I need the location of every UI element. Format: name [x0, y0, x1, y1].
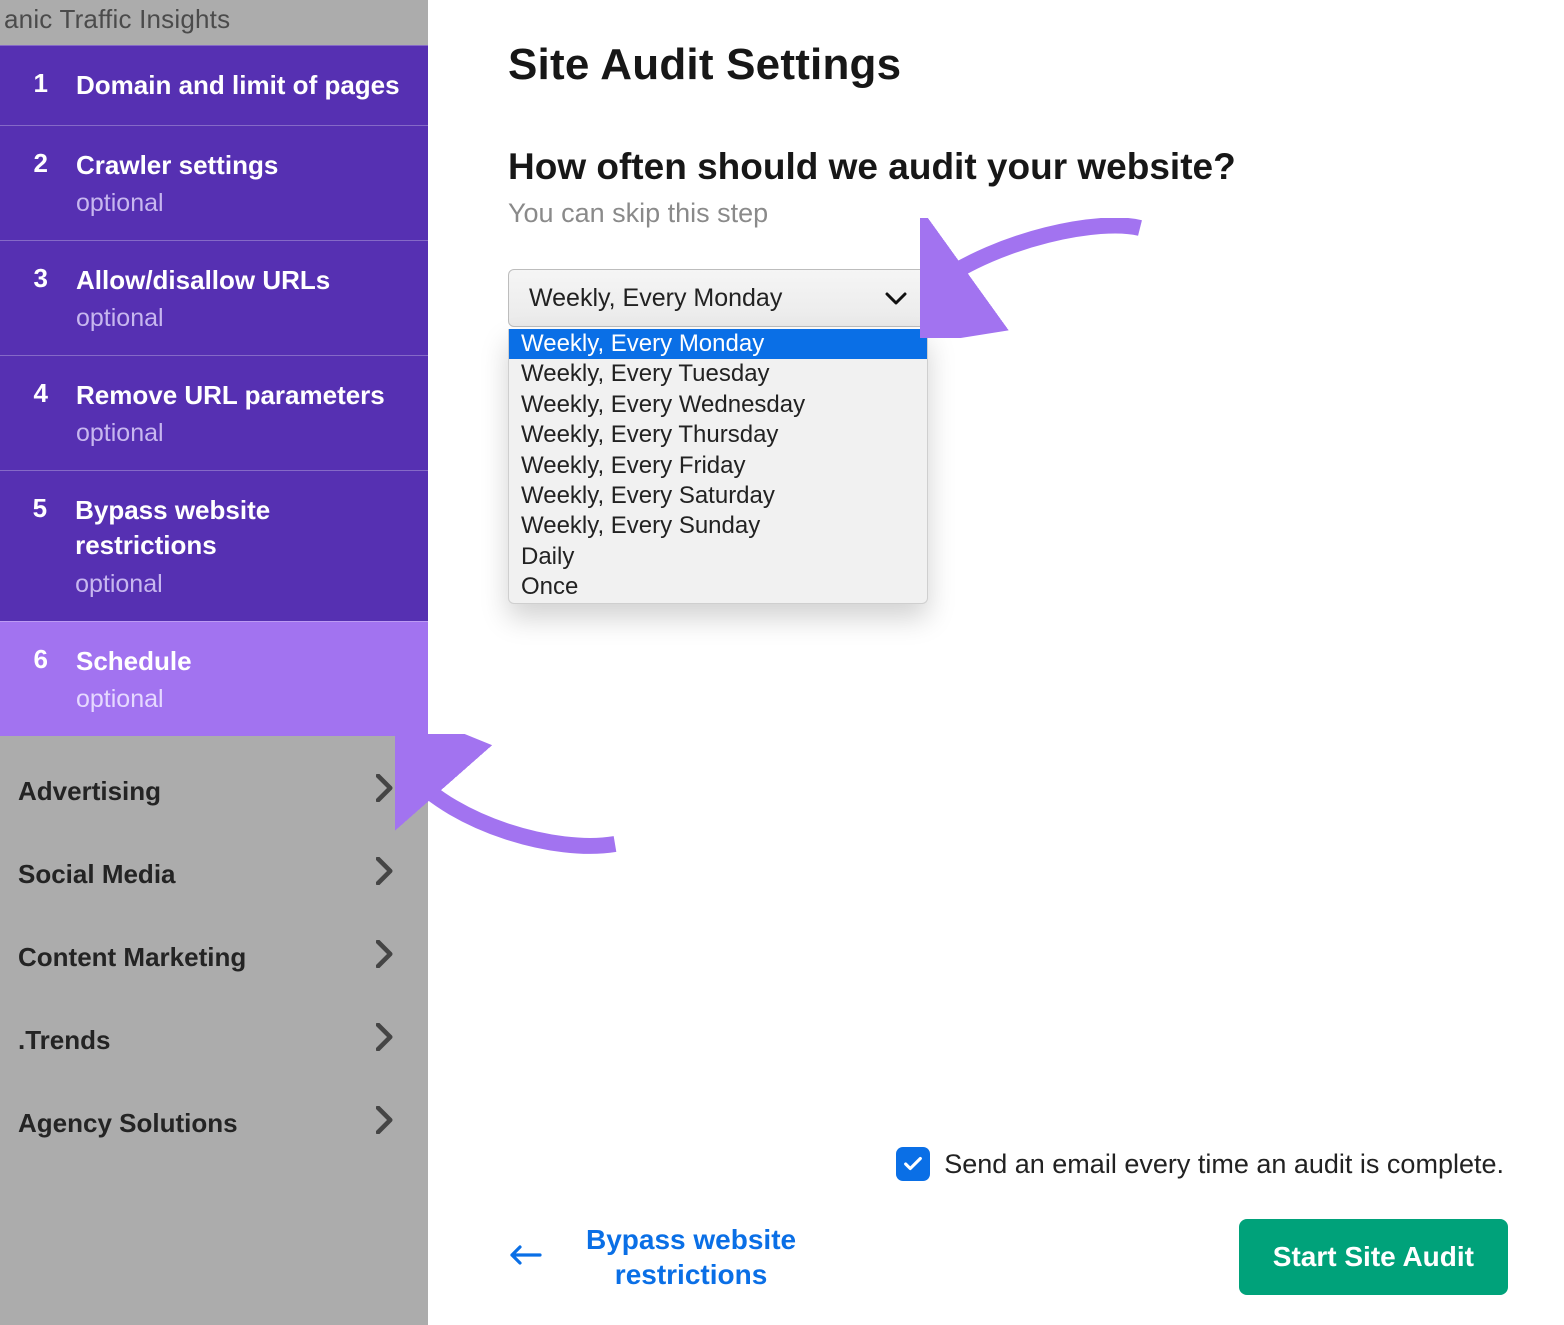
nav-trends[interactable]: .Trends — [0, 999, 428, 1082]
step-number: 3 — [24, 263, 48, 333]
chevron-right-icon — [376, 1023, 394, 1058]
chevron-right-icon — [376, 774, 394, 809]
step-number: 1 — [24, 68, 48, 103]
email-notify-checkbox[interactable] — [896, 1147, 930, 1181]
schedule-question: How often should we audit your website? — [508, 146, 1508, 188]
step-number: 2 — [24, 148, 48, 218]
back-button[interactable]: Bypass website restrictions — [508, 1222, 796, 1292]
chevron-right-icon — [376, 857, 394, 892]
chevron-right-icon — [376, 940, 394, 975]
step-bypass-restrictions[interactable]: 5 Bypass website restrictions optional — [0, 470, 428, 620]
chevron-down-icon — [885, 284, 907, 313]
nav-social-media[interactable]: Social Media — [0, 833, 428, 916]
back-label: Bypass website restrictions — [586, 1222, 796, 1292]
step-number: 4 — [24, 378, 48, 448]
schedule-select-button[interactable]: Weekly, Every Monday — [508, 269, 928, 327]
page-title: Site Audit Settings — [508, 40, 1508, 90]
step-sublabel: optional — [75, 570, 406, 599]
annotation-arrow-schedule — [395, 734, 635, 854]
option-weekly-saturday[interactable]: Weekly, Every Saturday — [509, 481, 927, 511]
nav-label: Social Media — [18, 859, 176, 890]
sidebar: anic Traffic Insights 1 Domain and limit… — [0, 0, 428, 1325]
arrow-left-icon — [508, 1244, 542, 1271]
step-crawler-settings[interactable]: 2 Crawler settings optional — [0, 125, 428, 240]
step-label: Allow/disallow URLs — [76, 263, 330, 298]
schedule-select-list: Weekly, Every Monday Weekly, Every Tuesd… — [508, 329, 928, 604]
footer: Send an email every time an audit is com… — [508, 1147, 1508, 1295]
option-weekly-friday[interactable]: Weekly, Every Friday — [509, 451, 927, 481]
sidebar-cutoff-text: anic Traffic Insights — [0, 0, 428, 45]
option-daily[interactable]: Daily — [509, 542, 927, 572]
start-site-audit-button[interactable]: Start Site Audit — [1239, 1219, 1508, 1295]
nav-content-marketing[interactable]: Content Marketing — [0, 916, 428, 999]
nav-agency-solutions[interactable]: Agency Solutions — [0, 1082, 428, 1165]
option-weekly-sunday[interactable]: Weekly, Every Sunday — [509, 511, 927, 541]
footer-actions: Bypass website restrictions Start Site A… — [508, 1219, 1508, 1295]
option-once[interactable]: Once — [509, 572, 927, 602]
step-label: Schedule — [76, 644, 192, 679]
step-sublabel: optional — [76, 419, 385, 448]
step-schedule[interactable]: 6 Schedule optional — [0, 621, 428, 736]
email-notify-label: Send an email every time an audit is com… — [944, 1149, 1504, 1180]
step-remove-url-parameters[interactable]: 4 Remove URL parameters optional — [0, 355, 428, 470]
step-label: Domain and limit of pages — [76, 68, 400, 103]
annotation-arrow-dropdown — [920, 218, 1160, 338]
option-weekly-thursday[interactable]: Weekly, Every Thursday — [509, 420, 927, 450]
main-panel: Site Audit Settings How often should we … — [428, 0, 1564, 1325]
nav-label: Agency Solutions — [18, 1108, 238, 1139]
email-notify-row: Send an email every time an audit is com… — [508, 1147, 1508, 1181]
step-domain-limit[interactable]: 1 Domain and limit of pages — [0, 45, 428, 125]
sidebar-category-nav: Advertising Social Media Content Marketi… — [0, 736, 428, 1165]
step-label: Remove URL parameters — [76, 378, 385, 413]
option-weekly-wednesday[interactable]: Weekly, Every Wednesday — [509, 390, 927, 420]
nav-label: Content Marketing — [18, 942, 246, 973]
step-number: 5 — [24, 493, 47, 598]
setup-steps: anic Traffic Insights 1 Domain and limit… — [0, 0, 428, 736]
chevron-right-icon — [376, 1106, 394, 1141]
nav-label: .Trends — [18, 1025, 110, 1056]
option-weekly-tuesday[interactable]: Weekly, Every Tuesday — [509, 359, 927, 389]
step-sublabel: optional — [76, 304, 330, 333]
step-label: Crawler settings — [76, 148, 278, 183]
step-allow-disallow-urls[interactable]: 3 Allow/disallow URLs optional — [0, 240, 428, 355]
nav-label: Advertising — [18, 776, 161, 807]
step-sublabel: optional — [76, 685, 192, 714]
schedule-select: Weekly, Every Monday Weekly, Every Monda… — [508, 269, 928, 327]
schedule-select-value: Weekly, Every Monday — [529, 284, 782, 313]
option-weekly-monday[interactable]: Weekly, Every Monday — [509, 329, 927, 359]
step-sublabel: optional — [76, 189, 278, 218]
nav-advertising[interactable]: Advertising — [0, 750, 428, 833]
step-label: Bypass website restrictions — [75, 493, 406, 563]
step-number: 6 — [24, 644, 48, 714]
